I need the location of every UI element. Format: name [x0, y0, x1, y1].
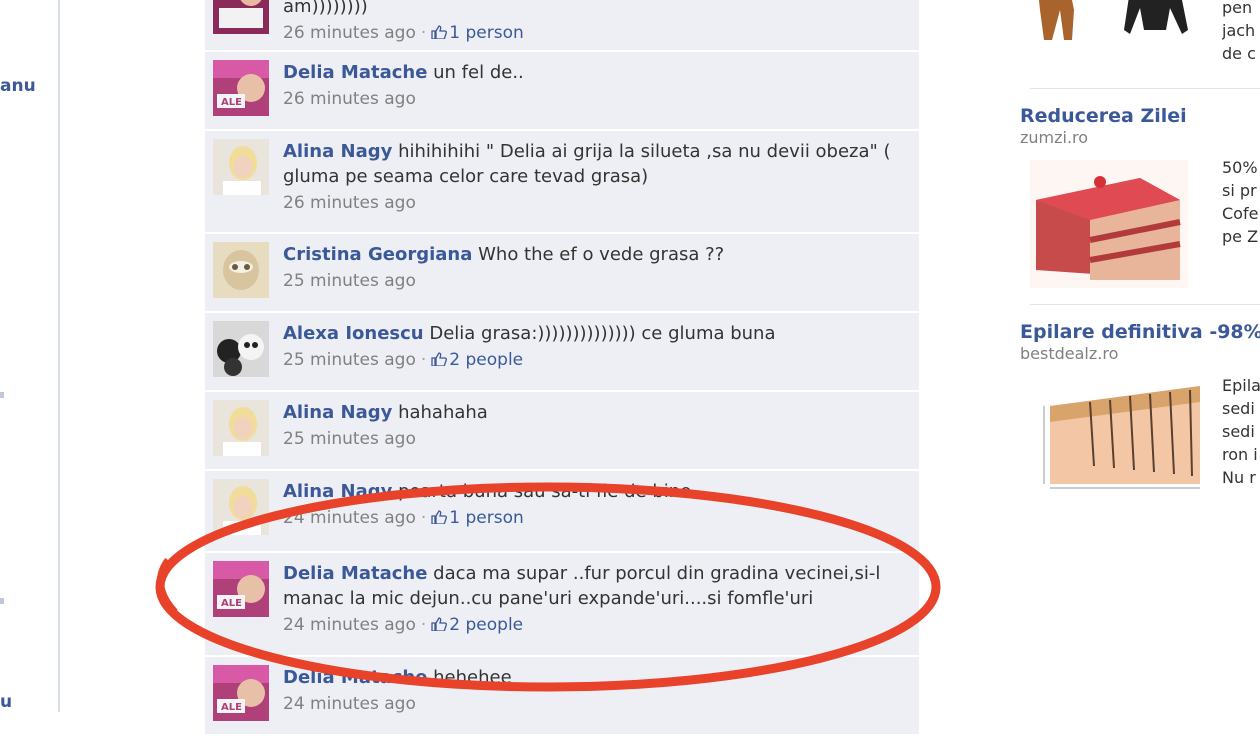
- comment-author[interactable]: Delia Matache: [283, 62, 427, 83]
- comment-text: am)))))))): [283, 0, 368, 17]
- ad-text: 50% si pr Cofe pe Z: [1222, 158, 1259, 246]
- comment-timestamp[interactable]: 26 minutes ago: [283, 193, 416, 213]
- comment-timestamp[interactable]: 26 minutes ago: [283, 23, 416, 43]
- avatar[interactable]: ALE: [213, 561, 269, 617]
- comment-author[interactable]: Delia Matache: [283, 563, 427, 584]
- comment-item: Alexa Ionescu Delia grasa:))))))))))))))…: [205, 313, 919, 390]
- sidebar-link-fragment[interactable]: anu: [0, 76, 36, 96]
- avatar[interactable]: [213, 400, 269, 456]
- comment-author[interactable]: Cristina Georgiana: [283, 244, 472, 265]
- comment-author[interactable]: Alina Nagy: [283, 402, 392, 423]
- svg-text:ALE: ALE: [221, 702, 242, 713]
- avatar[interactable]: [213, 0, 269, 34]
- thumbs-up-icon: [431, 510, 448, 524]
- comment-timestamp[interactable]: 25 minutes ago: [283, 350, 416, 370]
- comment-author[interactable]: Alina Nagy: [283, 481, 392, 502]
- ad-divider: [1030, 304, 1260, 305]
- comment-text: un fel de..: [433, 62, 524, 83]
- comment-timestamp[interactable]: 24 minutes ago: [283, 694, 416, 714]
- like-count-link[interactable]: 2 people: [431, 350, 523, 370]
- like-count: 1 person: [449, 23, 524, 43]
- like-count-link[interactable]: 2 people: [431, 615, 523, 635]
- svg-text:ALE: ALE: [221, 97, 242, 108]
- like-count: 2 people: [449, 615, 524, 635]
- ad-image[interactable]: [1030, 0, 1210, 54]
- comment-text: Who the ef o vede grasa ??: [478, 244, 725, 265]
- like-count-link[interactable]: 1 person: [431, 23, 524, 43]
- ad-title[interactable]: Reducerea Zilei: [1020, 104, 1260, 128]
- ad-item[interactable]: pen jach de c: [1020, 0, 1260, 80]
- like-count-link[interactable]: 1 person: [431, 508, 524, 528]
- avatar[interactable]: [213, 242, 269, 298]
- comment-item: ALE Delia Matache daca ma supar ..fur po…: [205, 553, 919, 655]
- thumbs-up-icon: [431, 352, 448, 366]
- ad-domain: bestdealz.ro: [1020, 344, 1119, 363]
- sidebar-marker: [0, 598, 4, 604]
- like-count: 2 people: [449, 350, 524, 370]
- ad-divider: [1030, 88, 1260, 89]
- comment-text: poarta buna sau sa-ti fie de bine: [398, 481, 692, 502]
- comment-timestamp[interactable]: 24 minutes ago: [283, 615, 416, 635]
- avatar[interactable]: ALE: [213, 665, 269, 721]
- comment-item: ALE Delia Matache hehehee 24 minutes ago: [205, 657, 919, 734]
- ad-title[interactable]: Epilare definitiva -98%: [1020, 320, 1260, 344]
- comment-timestamp[interactable]: 24 minutes ago: [283, 508, 416, 528]
- comment-item: Alina Nagy hihihihihi " Delia ai grija l…: [205, 131, 919, 232]
- comment-text: hahahaha: [398, 402, 488, 423]
- ad-text: pen jach de c: [1222, 0, 1256, 63]
- comment-item: ALE Delia Matache un fel de.. 26 minutes…: [205, 52, 919, 129]
- comment-timestamp[interactable]: 25 minutes ago: [283, 429, 416, 449]
- sidebar-link-fragment[interactable]: u: [0, 692, 12, 712]
- comment-text: hehehee: [433, 667, 512, 688]
- svg-text:ALE: ALE: [221, 598, 242, 609]
- comment-item: am)))))))) 26 minutes ago · 1 person: [205, 0, 919, 50]
- ads-column: pen jach de c Reducerea Zilei zumzi.ro 5…: [1020, 0, 1260, 712]
- ad-domain: zumzi.ro: [1020, 128, 1089, 147]
- comment-author[interactable]: Alina Nagy: [283, 141, 392, 162]
- ad-image[interactable]: [1030, 160, 1188, 288]
- avatar[interactable]: [213, 139, 269, 195]
- ad-text: Epila sedi sedi ron i Nu r: [1222, 376, 1260, 487]
- avatar[interactable]: [213, 479, 269, 535]
- comment-item: Alina Nagy hahahaha 25 minutes ago: [205, 392, 919, 469]
- comment-text: Delia grasa:)))))))))))))) ce gluma buna: [429, 323, 776, 344]
- ad-item[interactable]: Reducerea Zilei zumzi.ro 50% si pr Cofe …: [1020, 104, 1260, 304]
- like-count: 1 person: [449, 508, 524, 528]
- comment-timestamp[interactable]: 26 minutes ago: [283, 89, 416, 109]
- avatar[interactable]: [213, 321, 269, 377]
- comment-author[interactable]: Delia Matache: [283, 667, 427, 688]
- comment-item: Alina Nagy poarta buna sau sa-ti fie de …: [205, 471, 919, 551]
- left-sidebar: anu u: [0, 0, 60, 712]
- sidebar-marker: [0, 392, 4, 398]
- thumbs-up-icon: [431, 617, 448, 631]
- ad-item[interactable]: Epilare definitiva -98% bestdealz.ro Epi…: [1020, 320, 1260, 520]
- comment-list: am)))))))) 26 minutes ago · 1 person ALE D…: [205, 0, 919, 736]
- comment-author[interactable]: Alexa Ionescu: [283, 323, 424, 344]
- ad-image[interactable]: [1030, 376, 1206, 494]
- thumbs-up-icon: [431, 25, 448, 39]
- avatar[interactable]: ALE: [213, 60, 269, 116]
- comment-item: Cristina Georgiana Who the ef o vede gra…: [205, 234, 919, 311]
- comment-timestamp[interactable]: 25 minutes ago: [283, 271, 416, 291]
